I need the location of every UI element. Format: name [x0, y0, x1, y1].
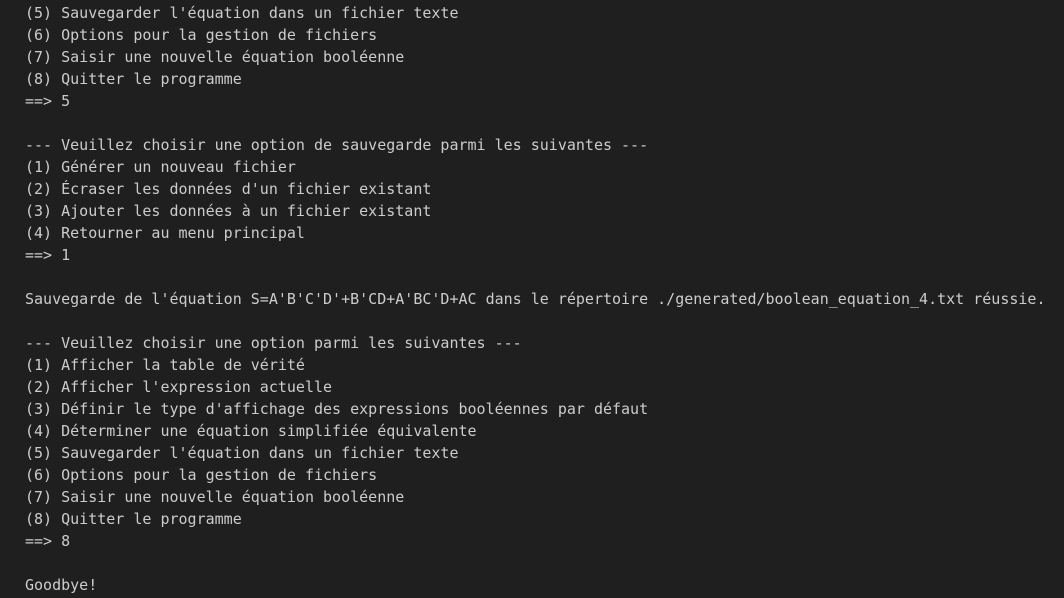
save-option-3: (3) Ajouter les données à un fichier exi…	[25, 202, 432, 220]
menu-option-3: (3) Définir le type d'affichage des expr…	[25, 400, 649, 418]
goodbye-message: Goodbye!	[25, 576, 98, 594]
terminal-output[interactable]: (5) Sauvegarder l'équation dans un fichi…	[0, 0, 1064, 598]
user-input-line: ==> 1	[25, 246, 71, 264]
menu-option-6: (6) Options pour la gestion de fichiers	[25, 466, 378, 484]
menu-option-8: (8) Quitter le programme	[25, 510, 242, 528]
save-option-2: (2) Écraser les données d'un fichier exi…	[25, 180, 432, 198]
menu-option-4: (4) Déterminer une équation simplifiée é…	[25, 422, 477, 440]
menu-option-8: (8) Quitter le programme	[25, 70, 242, 88]
save-option-4: (4) Retourner au menu principal	[25, 224, 305, 242]
user-input-line: ==> 5	[25, 92, 71, 110]
main-menu-header: --- Veuillez choisir une option parmi le…	[25, 334, 522, 352]
menu-option-7: (7) Saisir une nouvelle équation booléen…	[25, 488, 405, 506]
menu-option-2: (2) Afficher l'expression actuelle	[25, 378, 333, 396]
save-option-1: (1) Générer un nouveau fichier	[25, 158, 296, 176]
menu-option-5: (5) Sauvegarder l'équation dans un fichi…	[25, 444, 459, 462]
menu-option-1: (1) Afficher la table de vérité	[25, 356, 305, 374]
menu-option-6: (6) Options pour la gestion de fichiers	[25, 26, 378, 44]
user-input-line: ==> 8	[25, 532, 71, 550]
menu-option-5: (5) Sauvegarder l'équation dans un fichi…	[25, 4, 459, 22]
save-success-message: Sauvegarde de l'équation S=A'B'C'D'+B'CD…	[25, 290, 1046, 308]
menu-option-7: (7) Saisir une nouvelle équation booléen…	[25, 48, 405, 66]
save-menu-header: --- Veuillez choisir une option de sauve…	[25, 136, 649, 154]
